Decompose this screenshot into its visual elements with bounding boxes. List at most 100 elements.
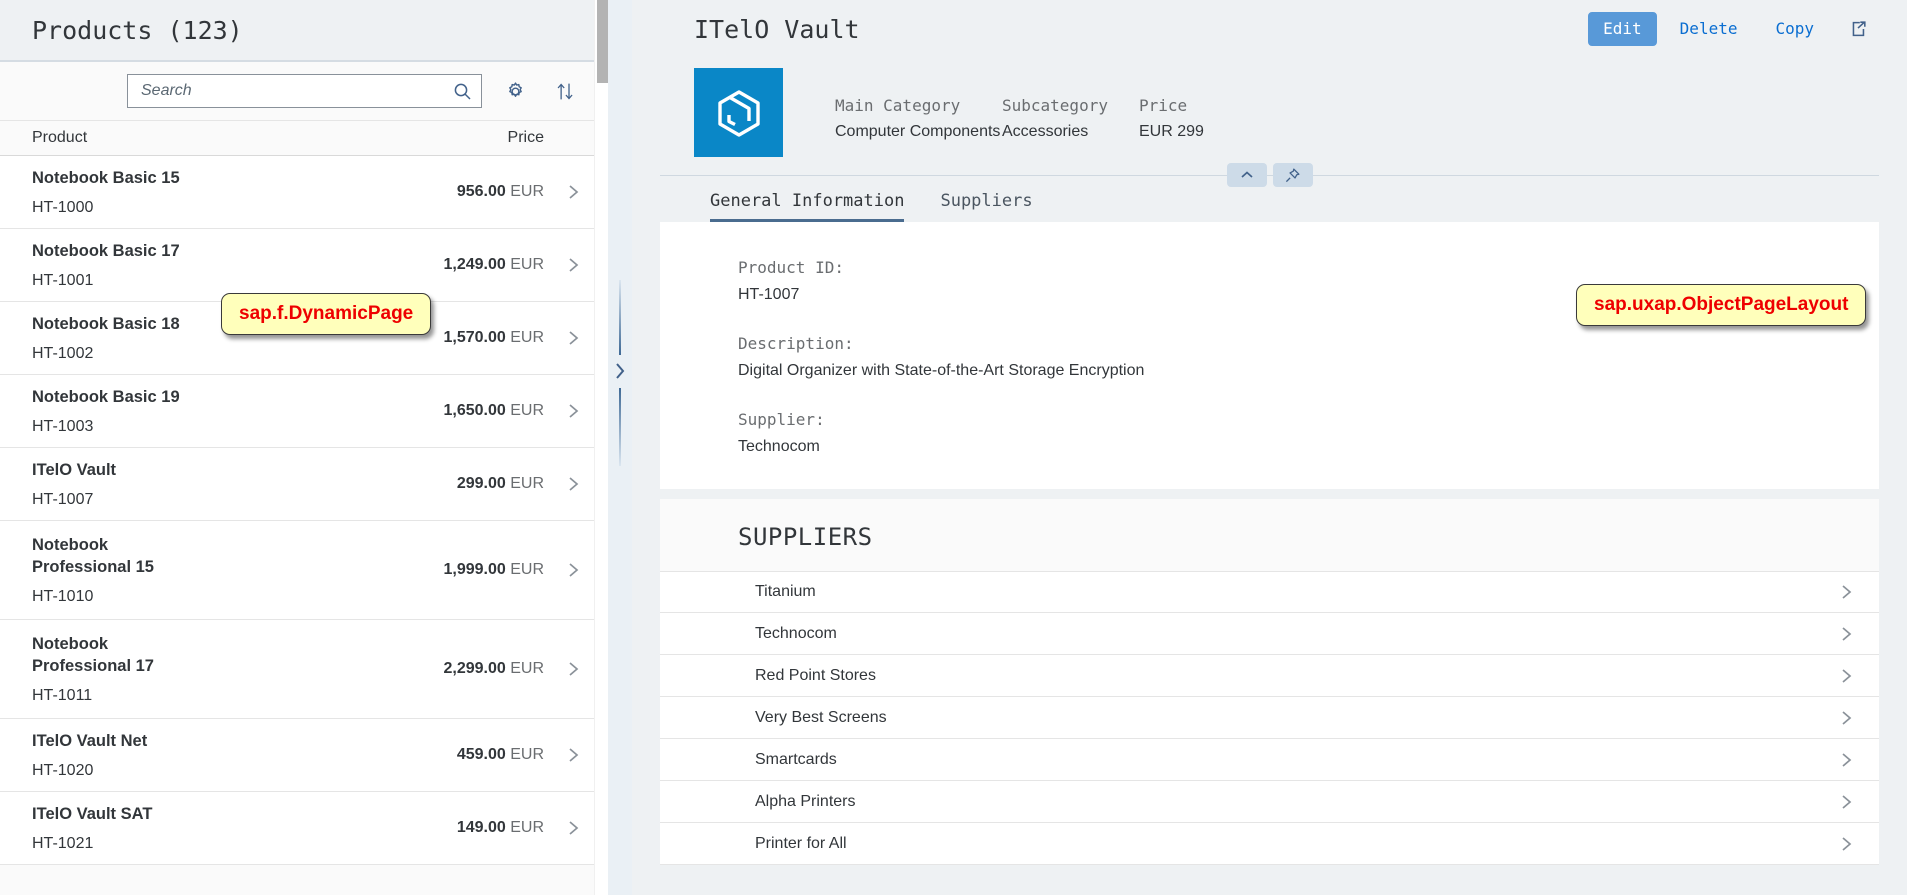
price-currency: EUR xyxy=(510,561,544,578)
search-field[interactable] xyxy=(127,74,482,108)
list-item[interactable]: Alpha Printers xyxy=(660,781,1879,823)
list-item[interactable]: Printer for All xyxy=(660,823,1879,865)
supplier-navigation-chevron[interactable] xyxy=(1839,792,1855,812)
supplier-navigation-chevron[interactable] xyxy=(1839,666,1855,686)
field-label: Product ID: xyxy=(738,258,844,277)
price-amount: 299.00 xyxy=(456,475,506,492)
price-currency: EUR xyxy=(510,256,544,273)
table-row[interactable]: Notebook Professional 15 HT-1010 1,999.00 … xyxy=(0,521,608,620)
dynamic-page-content: Product Price Notebook Basic 15 HT-1000 95… xyxy=(0,62,608,895)
search-input[interactable] xyxy=(141,82,453,100)
pin-header-button[interactable] xyxy=(1272,163,1313,187)
product-id: HT-1001 xyxy=(32,272,94,290)
product-name: Notebook Basic 17 xyxy=(32,241,180,260)
list-item[interactable]: Red Point Stores xyxy=(660,655,1879,697)
supplier-navigation-chevron[interactable] xyxy=(1839,582,1855,602)
row-navigation-chevron[interactable] xyxy=(544,328,582,348)
price-amount: 149.00 xyxy=(456,819,506,836)
collapse-header-button[interactable] xyxy=(1226,163,1267,187)
table-row[interactable]: Notebook Professional 17 HT-1011 2,299.00 … xyxy=(0,620,608,719)
row-navigation-chevron[interactable] xyxy=(544,255,582,275)
list-item[interactable]: Very Best Screens xyxy=(660,697,1879,739)
left-panel-scrollbar[interactable] xyxy=(594,0,608,895)
table-row[interactable]: ITelO Vault Net HT-1020 459.00 EUR xyxy=(0,719,608,792)
supplier-name: Technocom xyxy=(755,624,837,642)
object-page-actions: Edit Delete Copy xyxy=(1588,12,1879,46)
splitter-expand-handle[interactable] xyxy=(612,358,628,384)
splitter-line-bottom xyxy=(619,388,621,466)
table-row[interactable]: Notebook Basic 15 HT-1000 956.00 EUR xyxy=(0,156,608,229)
header-fact: Subcategory Accessories xyxy=(1002,94,1139,143)
product-id: HT-1010 xyxy=(32,587,94,605)
price-currency: EUR xyxy=(510,660,544,677)
product-id: HT-1011 xyxy=(32,686,93,704)
table-row[interactable]: ITelO Vault SAT HT-1021 149.00 EUR xyxy=(0,792,608,865)
flexible-column-layout: Products (123) Search Product Price Note… xyxy=(0,0,1907,895)
field-label: Description: xyxy=(738,334,854,353)
price-currency: EUR xyxy=(510,183,544,200)
row-navigation-chevron[interactable] xyxy=(544,818,582,838)
chevron-right-icon xyxy=(1839,750,1855,770)
product-price: 1,249.00 EUR xyxy=(344,256,544,274)
sort-button[interactable] xyxy=(548,74,582,108)
dynamic-page: Products (123) Search Product Price Note… xyxy=(0,0,608,895)
general-information-section: Product ID: HT-1007 Description: Digital Or… xyxy=(660,222,1879,489)
table-row[interactable]: Notebook Basic 19 HT-1003 1,650.00 EUR xyxy=(0,375,608,448)
fact-label: Main Category xyxy=(835,96,961,115)
product-name: Notebook Basic 19 xyxy=(32,387,180,406)
row-navigation-chevron[interactable] xyxy=(544,745,582,765)
column-splitter[interactable] xyxy=(608,0,632,895)
chevron-right-icon xyxy=(566,328,582,348)
annotation-dynamic-page: sap.f.DynamicPage xyxy=(221,293,432,335)
table-column-headers: Product Price xyxy=(0,120,608,156)
copy-button[interactable]: Copy xyxy=(1760,12,1829,45)
form-field: Supplier: Technocom xyxy=(738,408,1879,459)
chevron-right-icon xyxy=(1839,834,1855,854)
edit-button[interactable]: Edit xyxy=(1588,12,1657,46)
product-price: 2,299.00 EUR xyxy=(344,660,544,678)
list-toolbar xyxy=(0,62,608,120)
supplier-navigation-chevron[interactable] xyxy=(1839,708,1855,728)
fact-value: Computer Components xyxy=(835,123,1001,141)
row-text: ITelO Vault HT-1007 xyxy=(32,449,344,519)
supplier-navigation-chevron[interactable] xyxy=(1839,624,1855,644)
row-navigation-chevron[interactable] xyxy=(544,659,582,679)
table-settings-button[interactable] xyxy=(498,74,532,108)
tab-suppliers[interactable]: Suppliers xyxy=(940,191,1032,222)
row-navigation-chevron[interactable] xyxy=(544,182,582,202)
tab-general-information[interactable]: General Information xyxy=(710,191,905,222)
share-button[interactable] xyxy=(1837,12,1879,46)
price-amount: 459.00 xyxy=(456,746,506,763)
table-row[interactable]: ITelO Vault HT-1007 299.00 EUR xyxy=(0,448,608,521)
row-navigation-chevron[interactable] xyxy=(544,401,582,421)
price-currency: EUR xyxy=(510,819,544,836)
supplier-name: Alpha Printers xyxy=(755,792,856,810)
chevron-right-icon xyxy=(566,182,582,202)
chevron-right-icon xyxy=(566,818,582,838)
list-item[interactable]: Titanium xyxy=(660,571,1879,613)
delete-button[interactable]: Delete xyxy=(1665,12,1753,45)
supplier-name: Smartcards xyxy=(755,750,837,768)
list-item[interactable]: Smartcards xyxy=(660,739,1879,781)
product-price: 1,650.00 EUR xyxy=(344,402,544,420)
supplier-navigation-chevron[interactable] xyxy=(1839,750,1855,770)
header-fact: Price EUR 299 xyxy=(1139,94,1204,143)
list-item[interactable]: Technocom xyxy=(660,613,1879,655)
table-row[interactable]: Notebook Basic 17 HT-1001 1,249.00 EUR xyxy=(0,229,608,302)
price-amount: 956.00 xyxy=(456,183,506,200)
chevron-right-icon xyxy=(1839,666,1855,686)
object-page-title: ITelO Vault xyxy=(694,14,860,44)
product-price: 299.00 EUR xyxy=(344,475,544,493)
chevron-right-icon xyxy=(566,745,582,765)
row-navigation-chevron[interactable] xyxy=(544,560,582,580)
column-header-product: Product xyxy=(32,129,88,146)
price-amount: 1,999.00 xyxy=(443,561,506,578)
supplier-navigation-chevron[interactable] xyxy=(1839,834,1855,854)
chevron-right-icon xyxy=(566,659,582,679)
splitter-line-top xyxy=(619,280,621,355)
product-name: Notebook Professional 17 xyxy=(32,635,154,675)
product-name: Notebook Basic 15 xyxy=(32,168,180,187)
row-navigation-chevron[interactable] xyxy=(544,474,582,494)
left-panel-scrollbar-thumb[interactable] xyxy=(597,0,608,83)
search-icon[interactable] xyxy=(453,82,472,101)
